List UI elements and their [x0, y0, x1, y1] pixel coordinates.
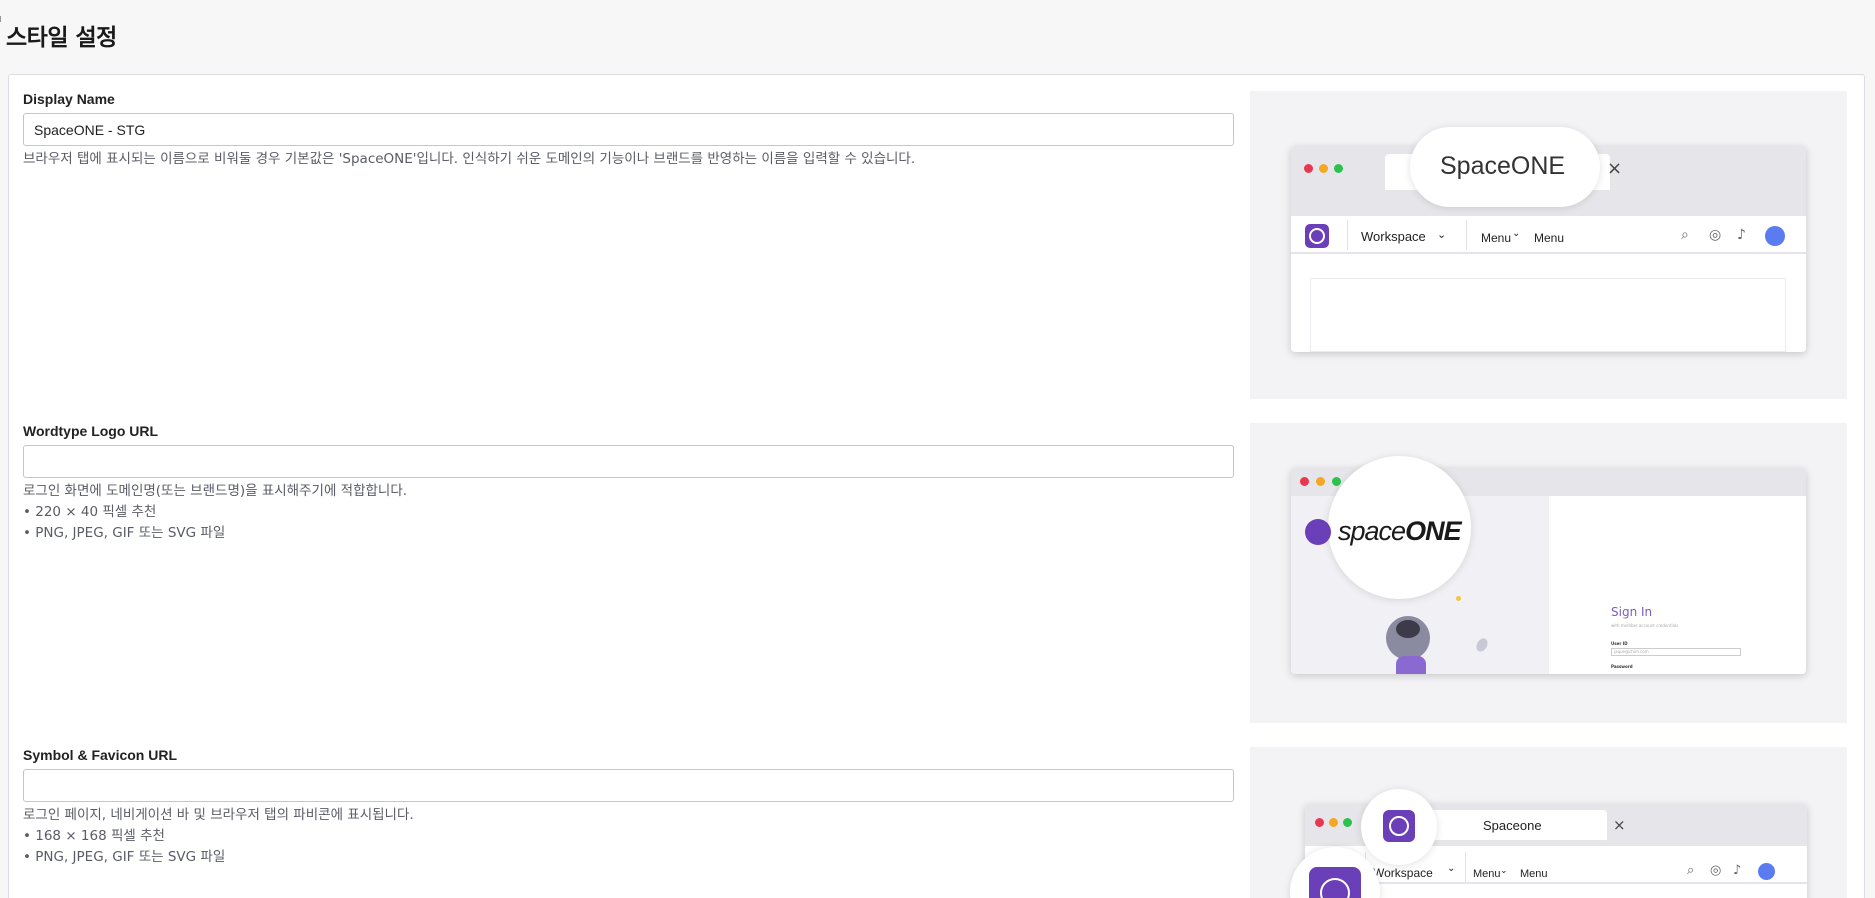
symbol-icon — [1309, 867, 1361, 898]
bell-icon: ♪ — [1737, 227, 1746, 243]
bell-icon: ♪ — [1733, 863, 1742, 878]
search-icon: ⌕ — [1687, 863, 1695, 878]
window-maximize-dot — [1334, 164, 1343, 173]
wordtype-logo-help: 로그인 화면에 도메인명(또는 브랜드명)을 표시해주기에 적합합니다. • 2… — [23, 483, 408, 541]
favicon-icon — [1383, 810, 1415, 842]
symbol-favicon-label: Symbol & Favicon URL — [23, 747, 178, 763]
close-icon: × — [1607, 158, 1623, 179]
close-icon: × — [1613, 816, 1626, 834]
symbol-favicon-preview: Workspace ⌄ Menu ⌄ Menu ⌕ ◎ ♪ Spaceone × — [1250, 747, 1847, 898]
chevron-down-icon: ⌄ — [1447, 863, 1456, 874]
chevron-down-icon: ⌄ — [1437, 229, 1447, 241]
display-name-label: Display Name — [23, 91, 115, 107]
brand-logo-icon — [1305, 224, 1329, 248]
page-title: 스타일 설정 — [6, 25, 117, 51]
window-minimize-dot — [1319, 164, 1328, 173]
preview-content-area — [1310, 278, 1786, 352]
wordtype-logo-section: Wordtype Logo URL 로그인 화면에 도메인명(또는 브랜드명)을… — [23, 423, 1234, 544]
userid-field: jaque@chim.com — [1611, 648, 1741, 656]
wordtype-logo: spaceONE — [1338, 516, 1462, 546]
wordtype-logo-input[interactable] — [23, 445, 1234, 478]
assistant-icon: ◎ — [1709, 227, 1722, 243]
tab-title-text: SpaceONE — [1440, 152, 1566, 180]
wordtype-logo-label: Wordtype Logo URL — [23, 423, 159, 439]
nav-menu-1: Menu — [1481, 231, 1512, 245]
brand-logo-icon — [1305, 519, 1331, 545]
display-name-section: Display Name 브라우저 탭에 표시되는 이름으로 비워둘 경우 기본… — [23, 91, 1234, 170]
favicon-tab-title: Spaceone — [1483, 818, 1542, 833]
workspace-selector: Workspace — [1361, 229, 1426, 244]
wordtype-logo-preview: Sign In with member account credentials … — [1250, 423, 1847, 723]
window-close-dot — [1304, 164, 1313, 173]
chevron-down-icon: ⌄ — [1512, 228, 1521, 239]
search-icon: ⌕ — [1681, 227, 1689, 243]
display-name-input[interactable] — [23, 113, 1234, 146]
nav-menu-2: Menu — [1534, 231, 1565, 245]
chevron-down-icon: ⌄ — [1500, 865, 1508, 875]
title-marker — [0, 16, 4, 22]
display-name-preview: Workspace ⌄ Menu ⌄ Menu ⌕ ◎ ♪ SpaceONE × — [1250, 91, 1847, 399]
symbol-favicon-help: 로그인 페이지, 네비게이션 바 및 브라우저 탭의 파비콘에 표시됩니다. •… — [23, 807, 414, 865]
display-name-help: 브라우저 탭에 표시되는 이름으로 비워둘 경우 기본값은 'SpaceONE'… — [23, 151, 916, 167]
signin-title: Sign In — [1611, 605, 1653, 619]
symbol-favicon-input[interactable] — [23, 769, 1234, 802]
assistant-icon: ◎ — [1710, 863, 1722, 878]
symbol-favicon-section: Symbol & Favicon URL 로그인 페이지, 네비게이션 바 및 … — [23, 747, 1234, 868]
avatar — [1765, 226, 1785, 246]
avatar — [1758, 863, 1775, 880]
